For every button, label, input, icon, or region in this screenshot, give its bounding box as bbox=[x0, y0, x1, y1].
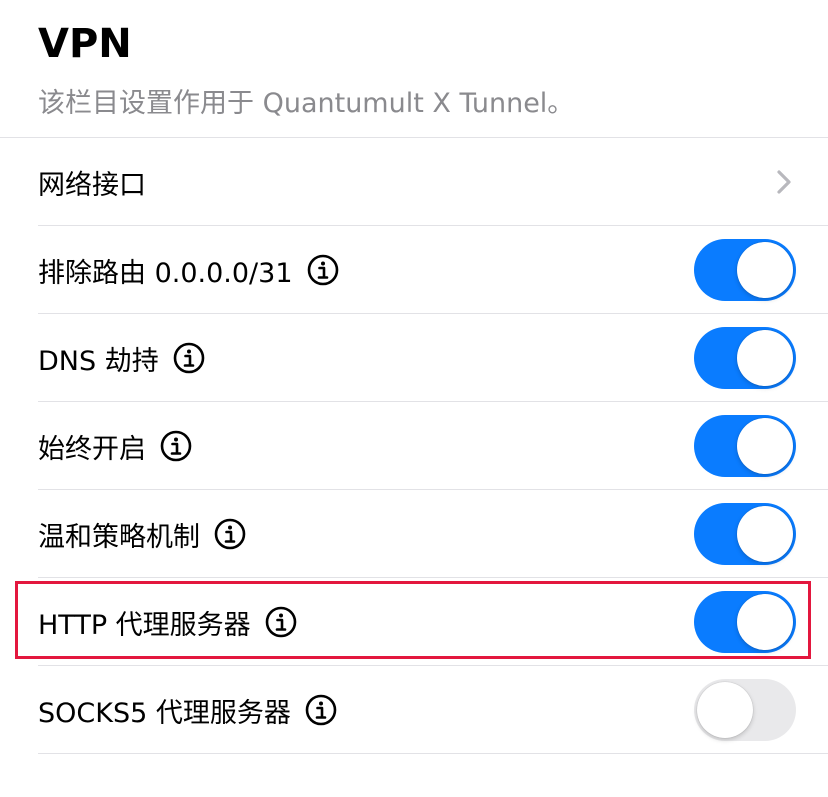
row-label: 温和策略机制 bbox=[38, 521, 200, 553]
row-label: SOCKS5 代理服务器 bbox=[38, 697, 291, 729]
row-label: HTTP 代理服务器 bbox=[38, 609, 251, 641]
socks5-proxy-toggle[interactable] bbox=[694, 679, 796, 741]
mild-policy-row: 温和策略机制 bbox=[0, 490, 828, 578]
toggle-knob bbox=[737, 506, 793, 562]
toggle-knob bbox=[737, 594, 793, 650]
http-proxy-row: HTTP 代理服务器 bbox=[0, 578, 828, 666]
row-label-wrap: 排除路由 0.0.0.0/31 bbox=[38, 226, 339, 314]
always-on-toggle[interactable] bbox=[694, 415, 796, 477]
dns-hijack-row: DNS 劫持 bbox=[0, 314, 828, 402]
page-subtitle: 该栏目设置作用于 Quantumult X Tunnel。 bbox=[38, 88, 575, 119]
exclude-route-row: 排除路由 0.0.0.0/31 bbox=[0, 226, 828, 314]
info-icon[interactable] bbox=[307, 254, 339, 286]
row-divider bbox=[38, 753, 828, 754]
row-label: DNS 劫持 bbox=[38, 345, 159, 377]
network-interface-row[interactable]: 网络接口 bbox=[0, 138, 828, 226]
row-label: 始终开启 bbox=[38, 433, 146, 465]
http-proxy-toggle[interactable] bbox=[694, 591, 796, 653]
info-icon[interactable] bbox=[160, 430, 192, 462]
toggle-knob bbox=[737, 330, 793, 386]
info-icon[interactable] bbox=[305, 694, 337, 726]
info-icon[interactable] bbox=[265, 606, 297, 638]
row-label: 排除路由 0.0.0.0/31 bbox=[38, 257, 293, 289]
header: VPN 该栏目设置作用于 Quantumult X Tunnel。 bbox=[38, 14, 828, 122]
row-label-wrap: 始终开启 bbox=[38, 402, 192, 490]
toggle-knob bbox=[737, 418, 793, 474]
page-title: VPN bbox=[38, 21, 132, 67]
socks5-proxy-row: SOCKS5 代理服务器 bbox=[0, 666, 828, 754]
settings-list: 网络接口 排除路由 0.0.0.0/31 DNS 劫持 始终开启 温和策略机制 … bbox=[0, 138, 828, 754]
row-label-wrap: SOCKS5 代理服务器 bbox=[38, 666, 337, 754]
row-label-wrap: DNS 劫持 bbox=[38, 314, 205, 402]
mild-policy-toggle[interactable] bbox=[694, 503, 796, 565]
chevron-right-icon bbox=[776, 169, 792, 195]
toggle-knob bbox=[737, 242, 793, 298]
always-on-row: 始终开启 bbox=[0, 402, 828, 490]
info-icon[interactable] bbox=[173, 342, 205, 374]
row-label-wrap: 温和策略机制 bbox=[38, 490, 246, 578]
toggle-knob bbox=[697, 682, 753, 738]
row-label-wrap: HTTP 代理服务器 bbox=[38, 578, 297, 666]
dns-hijack-toggle[interactable] bbox=[694, 327, 796, 389]
row-label: 网络接口 bbox=[38, 169, 146, 201]
exclude-route-toggle[interactable] bbox=[694, 239, 796, 301]
info-icon[interactable] bbox=[214, 518, 246, 550]
vpn-settings-screen: VPN 该栏目设置作用于 Quantumult X Tunnel。 网络接口 排… bbox=[0, 0, 828, 797]
